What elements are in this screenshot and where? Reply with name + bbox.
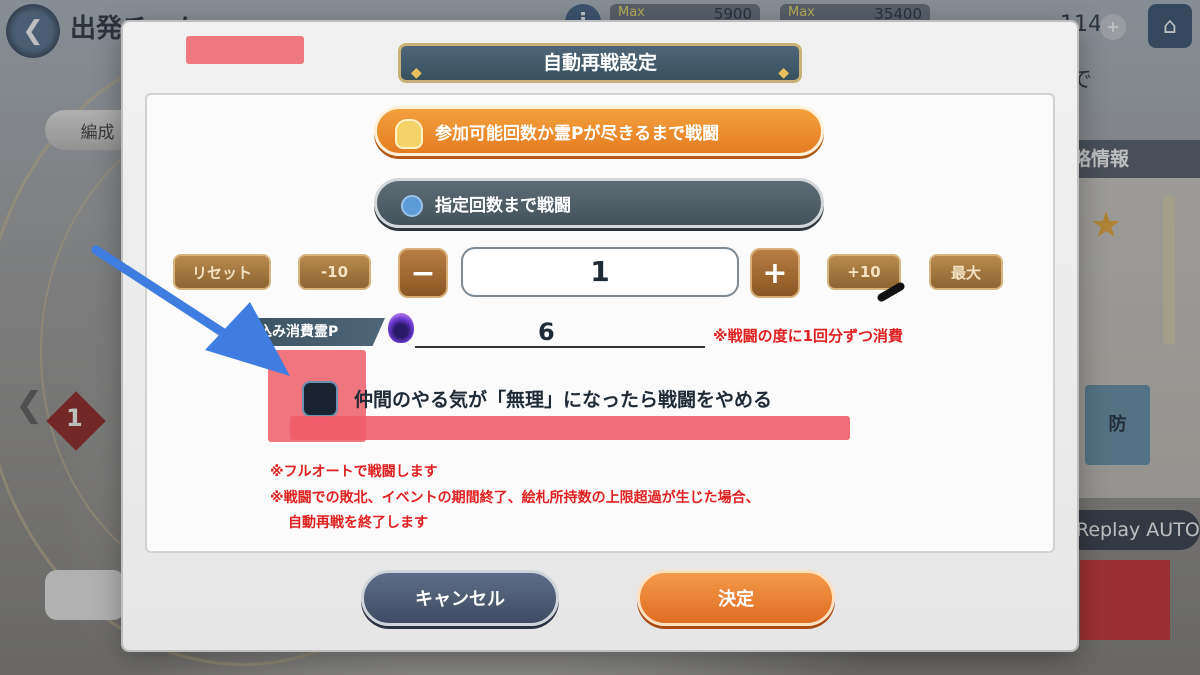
annotation-arrow-icon: [91, 245, 290, 376]
